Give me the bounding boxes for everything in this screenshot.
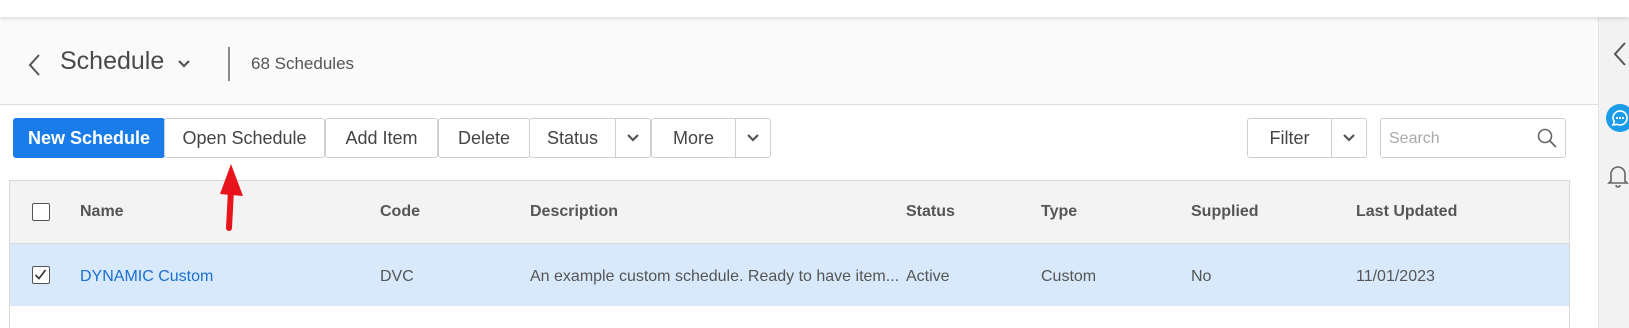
annotation-arrow [220, 164, 243, 231]
status-label[interactable]: Status [530, 119, 616, 157]
filter-caret[interactable] [1332, 119, 1366, 157]
select-all-checkbox[interactable] [32, 203, 50, 221]
notifications-button[interactable] [1605, 163, 1629, 189]
status-caret[interactable] [616, 119, 650, 157]
top-bar [0, 0, 1629, 17]
column-header-name[interactable]: Name [80, 203, 124, 221]
column-header-type[interactable]: Type [1041, 203, 1077, 221]
row-name-link[interactable]: DYNAMIC Custom [80, 268, 213, 286]
chevron-down-icon [747, 134, 759, 142]
delete-button[interactable]: Delete [438, 118, 530, 158]
column-header-supplied[interactable]: Supplied [1191, 203, 1259, 221]
filter-dropdown[interactable]: Filter [1247, 118, 1367, 158]
more-caret[interactable] [736, 119, 770, 157]
chevron-down-icon [627, 134, 639, 142]
row-type: Custom [1041, 268, 1097, 285]
column-header-status[interactable]: Status [906, 203, 955, 221]
page-title: Schedule [60, 47, 165, 75]
search-icon[interactable] [1537, 128, 1557, 148]
checkmark-icon [34, 269, 47, 280]
row-last-updated: 11/01/2023 [1356, 268, 1435, 285]
column-header-description[interactable]: Description [530, 203, 618, 221]
more-label[interactable]: More [652, 119, 736, 157]
back-button[interactable] [22, 51, 46, 79]
page-header: Schedule 68 Schedules [0, 17, 1598, 105]
more-dropdown[interactable]: More [651, 118, 771, 158]
filter-label[interactable]: Filter [1248, 119, 1332, 157]
chevron-down-icon[interactable] [175, 55, 193, 73]
schedule-count: 68 Schedules [251, 54, 355, 73]
row-status: Active [906, 268, 950, 285]
row-code: DVC [380, 268, 414, 285]
status-dropdown[interactable]: Status [529, 118, 651, 158]
bell-icon [1607, 166, 1629, 188]
chat-icon [1606, 104, 1629, 132]
row-supplied: No [1191, 268, 1212, 285]
header-divider [228, 47, 230, 81]
search-box[interactable] [1380, 118, 1566, 158]
collapse-panel-button[interactable] [1605, 41, 1629, 67]
row-description: An example custom schedule. Ready to hav… [530, 268, 900, 285]
chevron-left-icon [1613, 42, 1626, 66]
chevron-left-icon [28, 54, 40, 76]
right-sidebar [1598, 17, 1629, 328]
table-row[interactable]: DYNAMIC Custom DVC An example custom sch… [10, 244, 1569, 306]
new-schedule-button[interactable]: New Schedule [13, 118, 165, 158]
column-header-code[interactable]: Code [380, 203, 420, 221]
chat-button[interactable] [1605, 103, 1629, 132]
toolbar: New Schedule Open Schedule Add Item Dele… [0, 118, 1598, 160]
add-item-button[interactable]: Add Item [325, 118, 438, 158]
open-schedule-button[interactable]: Open Schedule [164, 118, 325, 158]
search-input[interactable] [1389, 127, 1529, 151]
chevron-down-icon [1343, 134, 1355, 142]
row-checkbox[interactable] [32, 266, 50, 284]
column-header-last-updated[interactable]: Last Updated [1356, 203, 1457, 221]
